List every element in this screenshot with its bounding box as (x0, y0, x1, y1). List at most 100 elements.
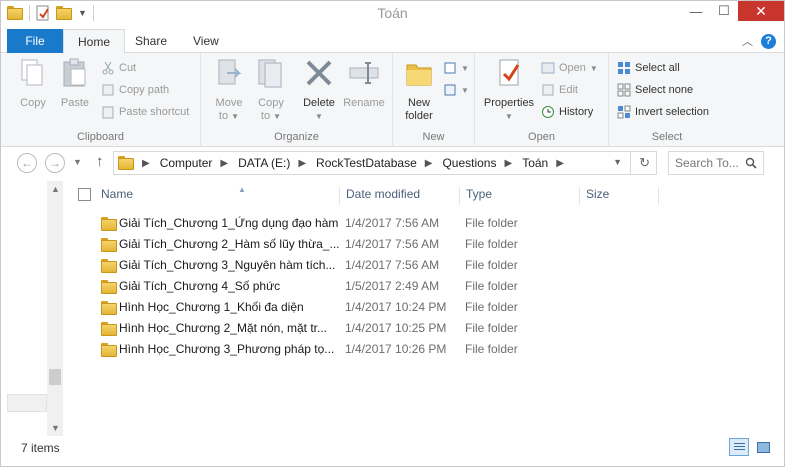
navigation-pane-selected-item[interactable] (7, 394, 47, 412)
history-icon (542, 106, 554, 118)
open-icon (541, 62, 555, 74)
folder-icon (101, 322, 117, 336)
properties-button[interactable]: Properties ▼ (481, 57, 537, 123)
select-all-checkbox[interactable] (78, 188, 91, 201)
tab-file[interactable]: File (7, 29, 63, 53)
open-group-label: Open (528, 131, 555, 143)
back-button[interactable]: ← (17, 153, 37, 173)
easy-access-button[interactable]: ▼ (443, 81, 469, 99)
tab-share[interactable]: Share (121, 29, 181, 53)
column-type[interactable]: Type (459, 187, 579, 205)
breadcrumb-current[interactable]: Toán ▶ (522, 156, 574, 170)
breadcrumb-computer[interactable]: Computer ▶ (160, 156, 238, 170)
new-folder-button[interactable]: New folder (397, 57, 441, 123)
close-button[interactable]: ✕ (738, 1, 784, 21)
breadcrumb-data-drive[interactable]: DATA (E:) ▶ (238, 156, 316, 170)
navigation-bar: ← → ▼ ↑ ▶ Computer ▶ DATA (E:) ▶ RockTestD… (1, 147, 784, 179)
window-controls: — ☐ ✕ (682, 1, 784, 21)
select-none-button[interactable]: Select none (617, 81, 693, 99)
address-history-icon[interactable]: ▼ (613, 157, 622, 167)
copy-button[interactable]: Copy (11, 57, 55, 110)
paste-button[interactable]: Paste (53, 57, 97, 110)
move-to-button[interactable]: Move to ▼ (207, 57, 251, 123)
delete-button[interactable]: Delete ▼ (297, 57, 341, 123)
select-group-label: Select (651, 131, 683, 143)
open-button[interactable]: Open ▼ (541, 59, 598, 77)
sort-ascending-icon: ▲ (238, 185, 246, 194)
new-folder-icon (406, 64, 432, 86)
paste-shortcut-icon (102, 106, 114, 119)
open-group: Properties ▼ Open ▼ Edit History Open (475, 53, 609, 147)
column-header: ▲ Name Date modified Type Size (67, 181, 782, 209)
edit-button[interactable]: Edit (541, 81, 578, 99)
invert-selection-button[interactable]: Invert selection (617, 103, 709, 121)
folder-icon (101, 301, 117, 315)
tab-view[interactable]: View (179, 29, 233, 53)
recent-locations-icon[interactable]: ▼ (73, 157, 82, 167)
ribbon: Copy Paste Cut Copy path Paste shortcut … (1, 53, 784, 147)
status-bar: 7 items (1, 437, 784, 459)
list-item[interactable]: Giải Tích_Chương 4_Số phức 1/5/2017 2:49… (67, 276, 782, 297)
new-item-button[interactable]: ▼ (443, 59, 469, 77)
list-item[interactable]: Hình Học_Chương 2_Mặt nón, mặt tr... 1/4… (67, 318, 782, 339)
large-icons-view-icon (757, 442, 770, 453)
title-bar: ▼ Toán — ☐ ✕ (1, 1, 784, 27)
details-view-icon (734, 443, 745, 452)
address-bar[interactable]: ▶ Computer ▶ DATA (E:) ▶ RockTestDatabase ▶… (113, 151, 657, 175)
organize-group: Move to ▼ Copy to ▼ Delete ▼ Rename Orga… (201, 53, 393, 147)
list-item[interactable]: Giải Tích_Chương 2_Hàm số lũy thừa_... 1… (67, 234, 782, 255)
clipboard-group: Copy Paste Cut Copy path Paste shortcut … (1, 53, 201, 147)
new-group: New folder ▼ ▼ New (393, 53, 475, 147)
up-button[interactable]: ↑ (96, 153, 104, 170)
new-group-label: New (422, 131, 445, 143)
folder-icon (101, 280, 117, 294)
scroll-thumb[interactable] (49, 369, 61, 385)
easy-access-icon (444, 84, 456, 96)
select-group: Select all Select none Invert selection … (609, 53, 725, 147)
maximize-button[interactable]: ☐ (710, 1, 738, 21)
search-input[interactable]: Search To... (668, 151, 764, 175)
paste-shortcut-button[interactable]: Paste shortcut (101, 103, 189, 121)
refresh-icon[interactable]: ↻ (639, 155, 650, 171)
list-item[interactable]: Giải Tích_Chương 3_Nguyên hàm tích... 1/… (67, 255, 782, 276)
copy-to-icon (258, 59, 282, 88)
copy-path-button[interactable]: Copy path (101, 81, 169, 99)
rename-button[interactable]: Rename (341, 57, 387, 110)
column-name[interactable]: ▲ Name (101, 185, 339, 205)
scroll-down-icon[interactable]: ▼ (51, 423, 60, 433)
forward-button[interactable]: → (45, 153, 65, 173)
large-icons-view-button[interactable] (753, 438, 773, 456)
folder-icon (101, 343, 117, 357)
collapse-ribbon-icon[interactable]: ︿ (742, 33, 753, 49)
copy-icon (21, 59, 43, 86)
breadcrumb-questions[interactable]: Questions ▶ (442, 156, 522, 170)
item-count: 7 items (21, 441, 60, 455)
help-icon[interactable]: ? (761, 33, 776, 49)
explorer-window: ▼ Toán — ☐ ✕ File Home Share View ︿ ? Co… (0, 0, 785, 467)
folder-icon (101, 217, 117, 231)
column-date-modified[interactable]: Date modified (339, 187, 459, 205)
new-item-icon (444, 62, 456, 74)
history-button[interactable]: History (541, 103, 593, 121)
search-icon (745, 157, 757, 169)
list-item[interactable]: Giải Tích_Chương 1_Ứng dụng đạo hàm 1/4/… (67, 213, 782, 234)
scroll-up-icon[interactable]: ▲ (51, 184, 60, 194)
clipboard-group-label: Clipboard (76, 131, 125, 143)
ribbon-tabs: File Home Share View ︿ ? (1, 29, 784, 54)
cut-button[interactable]: Cut (101, 59, 136, 77)
delete-x-icon (306, 60, 332, 86)
details-view-button[interactable] (729, 438, 749, 456)
tab-home[interactable]: Home (63, 29, 126, 54)
paste-icon (63, 58, 86, 87)
list-item[interactable]: Hình Học_Chương 1_Khối đa diện 1/4/2017 … (67, 297, 782, 318)
copy-to-button[interactable]: Copy to ▼ (249, 57, 293, 123)
column-size[interactable]: Size (579, 187, 659, 205)
list-item[interactable]: Hình Học_Chương 3_Phương pháp tọ... 1/4/… (67, 339, 782, 360)
breadcrumb-rocktestdatabase[interactable]: RockTestDatabase ▶ (316, 156, 442, 170)
select-all-button[interactable]: Select all (617, 59, 680, 77)
minimize-button[interactable]: — (682, 1, 710, 21)
navigation-pane-scrollbar[interactable]: ▲ ▼ (47, 181, 63, 436)
folder-icon (101, 259, 117, 273)
organize-group-label: Organize (274, 131, 319, 143)
folder-icon (118, 156, 134, 170)
